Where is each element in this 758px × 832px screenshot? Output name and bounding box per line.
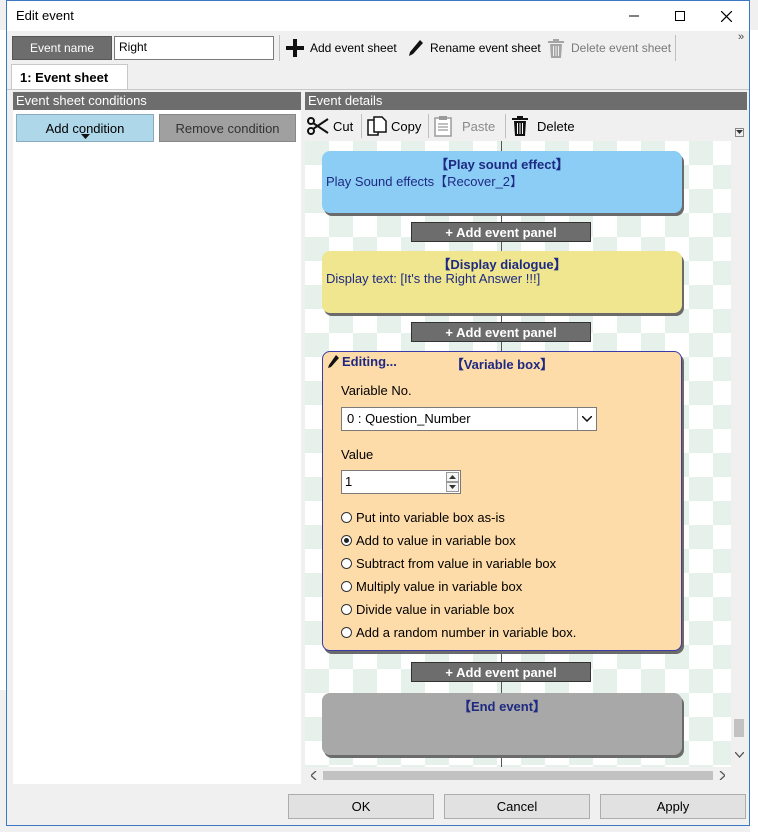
edit-toolbar-divider xyxy=(428,114,429,138)
radio-option[interactable]: Add a random number in variable box. xyxy=(341,625,576,640)
tab-event-sheet-1[interactable]: 1: Event sheet xyxy=(11,64,128,89)
spin-down-icon[interactable] xyxy=(446,482,459,492)
plus-icon xyxy=(286,39,304,57)
scroll-right-icon[interactable] xyxy=(715,768,729,783)
remove-condition-button[interactable]: Remove condition xyxy=(159,114,296,142)
end-event-panel[interactable]: 【End event】 xyxy=(322,693,682,755)
copy-label: Copy xyxy=(391,118,422,134)
close-icon xyxy=(720,10,732,22)
dropdown-arrow-icon xyxy=(81,134,90,139)
delete-event-sheet-label: Delete event sheet xyxy=(571,41,672,55)
variable-no-label: Variable No. xyxy=(341,383,412,398)
title-bar: Edit event xyxy=(7,1,749,31)
variable-no-select[interactable]: 0 : Question_Number xyxy=(341,407,597,431)
conditions-header: Event sheet conditions xyxy=(13,92,301,110)
radio-button[interactable] xyxy=(341,558,352,569)
clipboard-icon xyxy=(434,116,452,137)
rename-event-sheet-label: Rename event sheet xyxy=(430,41,541,55)
copy-icon xyxy=(367,116,387,136)
chevron-down-icon[interactable] xyxy=(577,408,596,430)
pencil-icon xyxy=(409,40,423,56)
radio-option[interactable]: Multiply value in variable box xyxy=(341,579,522,594)
add-event-panel-button[interactable]: + Add event panel xyxy=(411,662,591,682)
edit-toolbar-divider xyxy=(505,114,506,138)
close-button[interactable] xyxy=(703,1,749,31)
radio-button[interactable] xyxy=(341,604,352,615)
edit-toolbar-divider xyxy=(361,114,362,138)
value-stepper[interactable]: 1 xyxy=(341,470,461,494)
delete-button[interactable]: Delete xyxy=(511,113,575,139)
maximize-icon xyxy=(675,11,685,21)
variable-box-panel[interactable]: Editing... 【Variable box】 Variable No. 0… xyxy=(322,351,682,651)
panel-text: Play Sound effects【Recover_2】 xyxy=(326,174,524,189)
ok-button[interactable]: OK xyxy=(288,794,434,819)
cancel-button[interactable]: Cancel xyxy=(444,794,590,819)
panel-text: Display text: [It's the Right Answer !!!… xyxy=(326,271,541,286)
paste-label: Paste xyxy=(462,118,496,134)
horizontal-scrollbar[interactable] xyxy=(305,767,731,784)
background-app-right xyxy=(750,30,758,832)
radio-option[interactable]: Put into variable box as-is xyxy=(341,510,505,525)
window-title: Edit event xyxy=(16,8,74,23)
scroll-left-icon[interactable] xyxy=(307,768,321,783)
scissors-icon xyxy=(307,117,329,135)
panel-title: 【Variable box】 xyxy=(450,357,554,372)
value-input[interactable]: 1 xyxy=(345,474,352,489)
vertical-scrollbar[interactable] xyxy=(731,141,747,767)
horizontal-scroll-thumb[interactable] xyxy=(323,771,713,780)
minimize-button[interactable] xyxy=(611,1,657,31)
play-sound-effect-panel[interactable]: 【Play sound effect】 Play Sound effects【R… xyxy=(322,151,682,213)
conditions-panel xyxy=(13,110,301,784)
apply-button[interactable]: Apply xyxy=(600,794,746,819)
event-details-header: Event details xyxy=(305,92,747,110)
radio-button[interactable] xyxy=(341,535,352,546)
details-menu-icon[interactable] xyxy=(735,128,744,137)
toolbar-overflow-icon[interactable]: » xyxy=(738,31,744,43)
add-event-panel-button[interactable]: + Add event panel xyxy=(411,322,591,342)
toolbar-divider xyxy=(279,35,280,61)
edit-event-window: Edit event Event name Right Add event sh… xyxy=(6,0,750,826)
spin-up-icon[interactable] xyxy=(446,472,459,482)
radio-option[interactable]: Add to value in variable box xyxy=(341,533,516,548)
event-name-label: Event name xyxy=(12,36,112,60)
paste-button[interactable]: Paste xyxy=(434,113,495,139)
cut-label: Cut xyxy=(333,118,354,134)
toolbar-divider xyxy=(675,35,676,61)
delete-label: Delete xyxy=(537,118,575,134)
display-dialogue-panel[interactable]: 【Display dialogue】 Display text: [It's t… xyxy=(322,251,682,313)
variable-no-value: 0 : Question_Number xyxy=(347,411,471,426)
maximize-button[interactable] xyxy=(657,1,703,31)
radio-button[interactable] xyxy=(341,512,352,523)
cut-button[interactable]: Cut xyxy=(307,113,353,139)
minimize-icon xyxy=(629,15,639,17)
scroll-down-icon[interactable] xyxy=(731,747,747,763)
panel-title: 【End event】 xyxy=(457,699,547,714)
radio-option[interactable]: Divide value in variable box xyxy=(341,602,514,617)
radio-button[interactable] xyxy=(341,581,352,592)
radio-option[interactable]: Subtract from value in variable box xyxy=(341,556,556,571)
delete-event-sheet-button[interactable]: Delete event sheet xyxy=(547,35,671,61)
rename-event-sheet-button[interactable]: Rename event sheet xyxy=(408,35,541,61)
event-name-input[interactable]: Right xyxy=(114,36,274,60)
add-condition-button[interactable]: Add condition xyxy=(16,114,154,142)
add-event-sheet-button[interactable]: Add event sheet xyxy=(286,35,397,61)
trash-icon xyxy=(512,116,528,136)
event-flow-canvas[interactable]: 【Play sound effect】 Play Sound effects【R… xyxy=(305,141,731,767)
tab-strip-line xyxy=(7,89,749,90)
radio-button[interactable] xyxy=(341,627,352,638)
copy-button[interactable]: Copy xyxy=(367,113,421,139)
add-event-panel-button[interactable]: + Add event panel xyxy=(411,222,591,242)
vertical-scroll-thumb[interactable] xyxy=(734,719,744,737)
add-event-sheet-label: Add event sheet xyxy=(310,41,397,55)
trash-icon xyxy=(548,38,564,58)
value-label: Value xyxy=(341,447,374,462)
